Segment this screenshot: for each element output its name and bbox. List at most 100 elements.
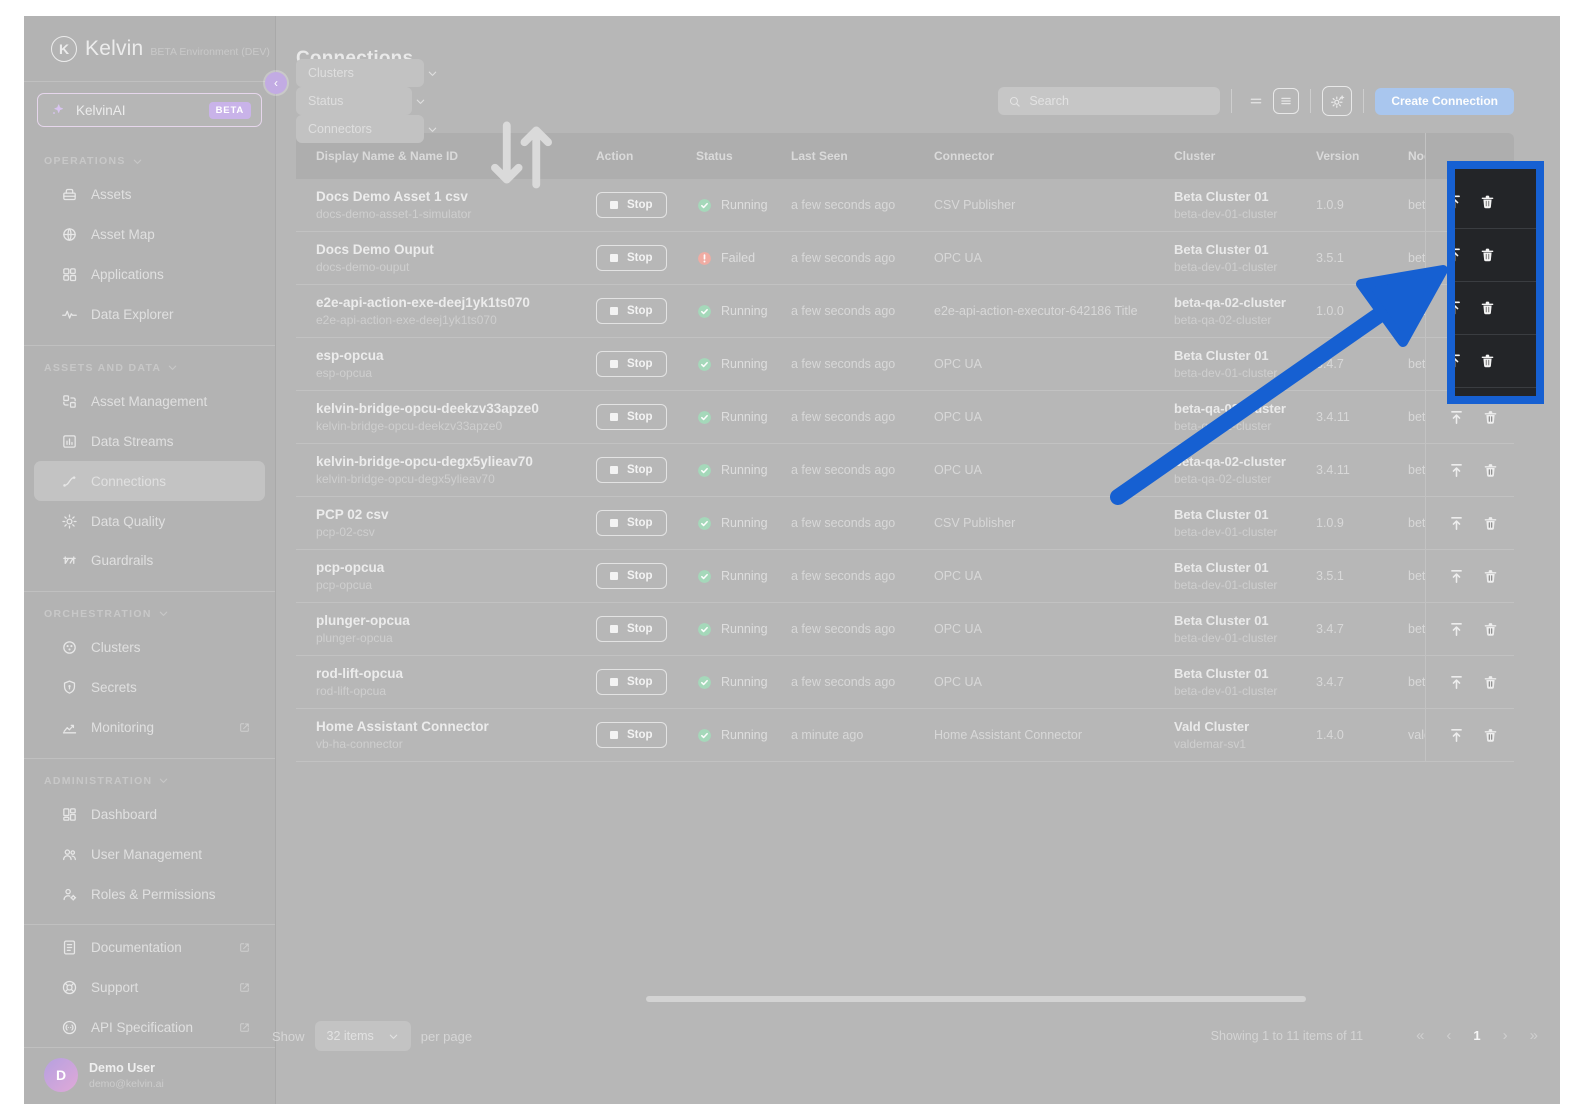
delete-icon[interactable] — [1479, 247, 1496, 264]
status-text: Running — [721, 304, 768, 318]
stop-button[interactable]: Stop — [596, 722, 667, 748]
nav-section-operations[interactable]: OPERATIONS — [24, 141, 275, 175]
list-compact-view-button[interactable] — [1243, 88, 1269, 114]
cluster-name: Beta Cluster 01 — [1174, 348, 1269, 363]
upload-icon[interactable] — [1448, 674, 1465, 691]
version: 3.5.1 — [1316, 251, 1344, 265]
delete-icon[interactable] — [1482, 515, 1499, 532]
delete-icon[interactable] — [1482, 462, 1499, 479]
last-page-button[interactable]: » — [1530, 1027, 1538, 1044]
sidebar-item-data-quality[interactable]: Data Quality — [34, 501, 265, 541]
applications-icon — [61, 266, 78, 283]
cluster-name: beta-qa-02-cluster — [1174, 401, 1286, 416]
sidebar-item-dashboard[interactable]: Dashboard — [34, 795, 265, 835]
upload-icon[interactable] — [1448, 462, 1465, 479]
delete-icon[interactable] — [1479, 193, 1496, 210]
stop-button[interactable]: Stop — [596, 457, 667, 483]
stop-button[interactable]: Stop — [596, 192, 667, 218]
sidebar-item-kelvinai[interactable]: KelvinAI BETA — [37, 93, 262, 127]
horizontal-scrollbar[interactable] — [646, 996, 1306, 1002]
connection-name: kelvin-bridge-opcu-degx5ylieav70 — [316, 454, 533, 469]
table-row[interactable]: e2e-api-action-exe-deej1yk1ts070 e2e-api-… — [296, 285, 1514, 338]
upload-icon[interactable] — [1455, 247, 1463, 264]
create-connection-button[interactable]: Create Connection — [1375, 87, 1514, 115]
sidebar-item-asset-management[interactable]: Asset Management — [34, 382, 265, 422]
page-size-dropdown[interactable]: 32 items — [314, 1021, 411, 1051]
sidebar-item-guardrails[interactable]: Guardrails — [34, 541, 265, 581]
first-page-button[interactable]: « — [1416, 1027, 1424, 1044]
sidebar-item-support[interactable]: Support — [34, 967, 265, 1007]
documentation-icon — [61, 939, 78, 956]
search-input[interactable] — [1029, 94, 1211, 108]
table-row[interactable]: Docs Demo Ouput docs-demo-ouput Stop Failed… — [296, 232, 1514, 285]
upload-icon[interactable] — [1448, 515, 1465, 532]
sidebar-item-data-explorer[interactable]: Data Explorer — [34, 295, 265, 335]
upload-icon[interactable] — [1448, 727, 1465, 744]
table-row[interactable]: kelvin-bridge-opcu-degx5ylieav70 kelvin-b… — [296, 444, 1514, 497]
delete-icon[interactable] — [1482, 568, 1499, 585]
sidebar-item-monitoring[interactable]: Monitoring — [34, 708, 265, 748]
table-row[interactable]: plunger-opcua plunger-opcua Stop Running a f… — [296, 603, 1514, 656]
sidebar-collapse-button[interactable]: ‹ — [265, 72, 287, 94]
upload-icon[interactable] — [1455, 300, 1463, 317]
list-detailed-view-button[interactable] — [1273, 88, 1300, 114]
stop-button[interactable]: Stop — [596, 298, 667, 324]
table-row[interactable]: rod-lift-opcua rod-lift-opcua Stop Running a… — [296, 656, 1514, 709]
status-text: Running — [721, 728, 768, 742]
upload-icon[interactable] — [1455, 193, 1463, 210]
stop-icon — [610, 466, 618, 474]
upload-icon[interactable] — [1448, 621, 1465, 638]
table-row[interactable]: Home Assistant Connector vb-ha-connector S… — [296, 709, 1514, 762]
sidebar-item-connections[interactable]: Connections — [34, 461, 265, 502]
sidebar-item-asset-map[interactable]: Asset Map — [34, 215, 265, 255]
prev-page-button[interactable]: ‹ — [1446, 1027, 1451, 1044]
delete-icon[interactable] — [1482, 727, 1499, 744]
upload-icon[interactable] — [1455, 353, 1463, 370]
version: 3.4.7 — [1316, 622, 1344, 636]
nav-section-assets-and-data[interactable]: ASSETS AND DATA — [24, 348, 275, 382]
upload-icon[interactable] — [1448, 409, 1465, 426]
table-row[interactable]: esp-opcua esp-opcua Stop Running a few secon… — [296, 338, 1514, 391]
delete-icon[interactable] — [1479, 300, 1496, 317]
table-row[interactable]: kelvin-bridge-opcu-deekzv33apze0 kelvin-b… — [296, 391, 1514, 444]
sidebar-item-secrets[interactable]: Secrets — [34, 668, 265, 708]
sidebar-item-api-specification[interactable]: API Specification — [34, 1007, 265, 1047]
delete-icon[interactable] — [1479, 353, 1496, 370]
sidebar-item-data-streams[interactable]: Data Streams — [34, 421, 265, 461]
sidebar-item-label: Data Quality — [91, 513, 166, 529]
sidebar-item-label: Applications — [91, 267, 164, 283]
column-header-action: Action — [596, 149, 634, 163]
stop-button[interactable]: Stop — [596, 510, 667, 536]
stop-button[interactable]: Stop — [596, 563, 667, 589]
stop-button[interactable]: Stop — [596, 404, 667, 430]
stop-button[interactable]: Stop — [596, 669, 667, 695]
filter-clusters-dropdown[interactable]: Clusters — [296, 59, 437, 87]
user-menu[interactable]: D Demo User demo@kelvin.ai — [24, 1047, 275, 1104]
sidebar-item-clusters[interactable]: Clusters — [34, 628, 265, 668]
sidebar-item-assets[interactable]: Assets — [34, 175, 265, 215]
nav-section-administration[interactable]: ADMINISTRATION — [24, 761, 275, 795]
table-settings-button[interactable] — [1322, 86, 1353, 116]
status-text: Running — [721, 675, 768, 689]
sidebar-item-label: Connections — [91, 473, 167, 489]
status-running-icon — [696, 356, 713, 373]
stop-button[interactable]: Stop — [596, 616, 667, 642]
last-seen: a few seconds ago — [791, 198, 896, 212]
page-1[interactable]: 1 — [1473, 1028, 1480, 1043]
sidebar-item-user-management[interactable]: User Management — [34, 834, 265, 874]
delete-icon[interactable] — [1482, 409, 1499, 426]
sidebar-item-documentation[interactable]: Documentation — [34, 927, 265, 967]
sidebar-item-roles-permissions[interactable]: Roles & Permissions — [34, 874, 265, 914]
table-row[interactable]: pcp-opcua pcp-opcua Stop Running a few secon… — [296, 550, 1514, 603]
next-page-button[interactable]: › — [1503, 1027, 1508, 1044]
sidebar-item-label: Secrets — [91, 680, 137, 696]
delete-icon[interactable] — [1482, 674, 1499, 691]
sidebar-item-applications[interactable]: Applications — [34, 255, 265, 295]
upload-icon[interactable] — [1448, 568, 1465, 585]
stop-button[interactable]: Stop — [596, 351, 667, 377]
stop-button[interactable]: Stop — [596, 245, 667, 271]
delete-icon[interactable] — [1482, 621, 1499, 638]
sidebar-bottom: Documentation Support API Specification D … — [24, 914, 275, 1104]
nav-section-orchestration[interactable]: ORCHESTRATION — [24, 594, 275, 628]
table-row[interactable]: PCP 02 csv pcp-02-csv Stop Running a few sec… — [296, 497, 1514, 550]
